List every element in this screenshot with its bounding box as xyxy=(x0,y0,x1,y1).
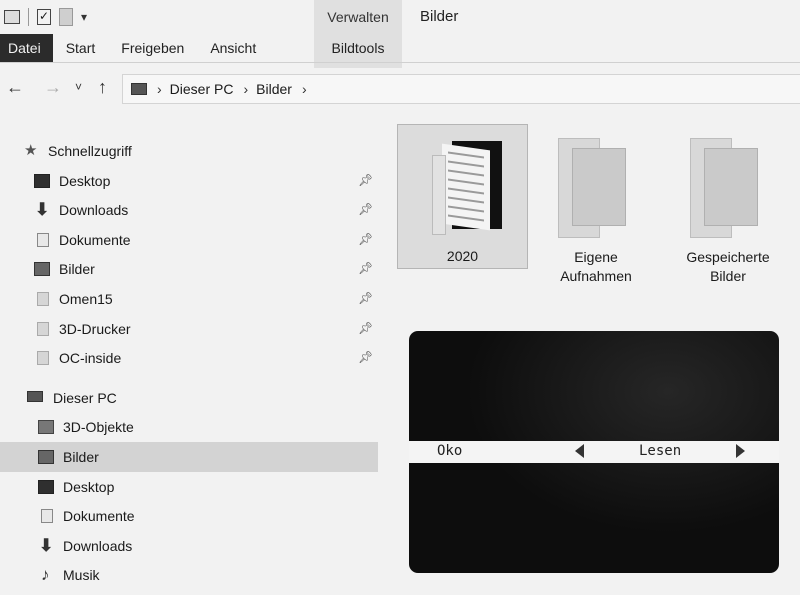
star-icon: ★ xyxy=(24,142,38,159)
pin-icon[interactable]: 📌︎ xyxy=(358,173,373,187)
ribbon-divider xyxy=(0,62,800,63)
sidebar-item-desktop[interactable]: Desktop 📌︎ xyxy=(0,166,378,196)
pin-icon[interactable]: 📌︎ xyxy=(358,232,373,246)
address-bar[interactable]: › Dieser PC › Bilder › xyxy=(122,74,800,104)
reader-control-bar: Oko Lesen xyxy=(409,441,779,463)
sidebar-item-downloads[interactable]: ⬇ Downloads 📌︎ xyxy=(0,195,378,225)
sidebar-item-label: Dokumente xyxy=(63,508,135,525)
next-triangle-icon[interactable] xyxy=(736,444,745,458)
quick-access-toolbar: ✓ ▾ xyxy=(0,0,87,34)
folder-name: Bilder xyxy=(710,268,746,284)
new-folder-icon[interactable] xyxy=(59,8,73,26)
pictures-icon xyxy=(34,262,50,277)
pin-icon[interactable]: 📌︎ xyxy=(358,350,373,364)
document-icon xyxy=(37,232,49,247)
tab-share[interactable]: Freigeben xyxy=(108,34,197,62)
pin-icon[interactable]: 📌︎ xyxy=(358,291,373,305)
sidebar-item-label: Dieser PC xyxy=(53,389,117,406)
forward-arrow-icon[interactable]: → xyxy=(44,76,62,98)
pin-icon[interactable]: 📌︎ xyxy=(358,261,373,275)
sidebar-item-label: Musik xyxy=(63,567,100,584)
download-arrow-icon: ⬇ xyxy=(35,200,50,220)
music-note-icon: ♪ xyxy=(41,565,50,585)
pin-icon[interactable]: 📌︎ xyxy=(358,202,373,216)
pictures-icon xyxy=(38,449,54,464)
previous-triangle-icon[interactable] xyxy=(575,444,584,458)
download-arrow-icon: ⬇ xyxy=(39,535,54,555)
sidebar-item-label: Desktop xyxy=(63,478,115,495)
sidebar-item-desktop-pc[interactable]: Desktop xyxy=(0,472,378,502)
sidebar-item-3d-objects[interactable]: 3D-Objekte xyxy=(0,412,378,442)
sidebar-item-label: Omen15 xyxy=(59,290,113,307)
folder-icon xyxy=(690,138,760,242)
navigation-bar: ← → ˅ ↑ › Dieser PC › Bilder › xyxy=(0,68,800,106)
recent-locations-chevron-icon[interactable]: ˅ xyxy=(75,76,82,98)
folder-name: Aufnahmen xyxy=(560,268,632,284)
pin-icon[interactable]: 📌︎ xyxy=(358,321,373,335)
picture-folder-icon xyxy=(432,141,502,241)
breadcrumb-this-pc[interactable]: Dieser PC xyxy=(170,81,234,97)
folder-icon xyxy=(37,351,49,366)
sidebar-item-label: OC-inside xyxy=(59,350,122,367)
sidebar-item-this-pc[interactable]: Dieser PC xyxy=(0,383,378,413)
overlay-left-label: Oko xyxy=(437,443,463,459)
sidebar-item-documents-pc[interactable]: Dokumente xyxy=(0,501,378,531)
sidebar-item-label: Desktop xyxy=(59,172,111,189)
sidebar-item-music[interactable]: ♪ Musik xyxy=(0,560,378,590)
breadcrumb-separator-icon[interactable]: › xyxy=(243,81,248,97)
desktop-icon xyxy=(38,479,54,494)
sidebar-item-label: Bilder xyxy=(63,448,99,465)
folder-tile-2020[interactable]: 2020 xyxy=(397,124,528,269)
folder-name: 2020 xyxy=(446,248,479,264)
tab-view[interactable]: Ansicht xyxy=(197,34,269,62)
pictures-location-icon xyxy=(131,83,147,95)
tab-picture-tools[interactable]: Bildtools xyxy=(314,34,402,62)
sidebar-item-pictures[interactable]: Bilder 📌︎ xyxy=(0,254,378,284)
sidebar-item-label: Dokumente xyxy=(59,231,131,248)
context-group-label: Verwalten xyxy=(327,9,389,25)
back-arrow-icon[interactable]: ← xyxy=(6,76,24,98)
folder-tile-gespeicherte-bilder[interactable]: Gespeicherte Bilder xyxy=(672,124,784,289)
customize-toolbar-icon[interactable]: ▾ xyxy=(81,10,87,24)
sidebar-item-label: Bilder xyxy=(59,261,95,278)
desktop-icon xyxy=(34,173,50,188)
ribbon-tabs: Datei Start Freigeben Ansicht Bildtools xyxy=(0,34,384,62)
folder-icon xyxy=(37,321,49,336)
properties-check-icon[interactable]: ✓ xyxy=(37,9,51,25)
reader-overlay: Oko Lesen xyxy=(409,331,779,573)
read-label[interactable]: Lesen xyxy=(639,443,681,459)
sidebar-item-label: Downloads xyxy=(59,202,129,219)
sidebar-item-pictures-selected[interactable]: Bilder xyxy=(0,441,378,472)
folder-name: Gespeicherte xyxy=(686,249,770,265)
sidebar-item-label: Downloads xyxy=(63,537,133,554)
sidebar-item-documents[interactable]: Dokumente 📌︎ xyxy=(0,225,378,255)
sidebar-item-downloads-pc[interactable]: ⬇ Downloads xyxy=(0,531,378,561)
folder-icon xyxy=(37,291,49,306)
sidebar-item-3d-printer[interactable]: 3D-Drucker 📌︎ xyxy=(0,314,378,344)
sidebar-item-oc-inside[interactable]: OC-inside 📌︎ xyxy=(0,343,378,373)
window-icon xyxy=(4,10,20,24)
sidebar-item-label: Schnellzugriff xyxy=(48,143,132,159)
navigation-pane: ★ Schnellzugriff Desktop 📌︎ ⬇ Downloads … xyxy=(0,136,378,590)
3d-objects-icon xyxy=(38,420,54,435)
up-arrow-icon[interactable]: ↑ xyxy=(98,76,107,98)
document-icon xyxy=(41,509,53,524)
breadcrumb-separator-icon[interactable]: › xyxy=(302,81,307,97)
folder-icon xyxy=(558,138,628,242)
computer-icon xyxy=(27,390,43,402)
window-title: Bilder xyxy=(420,8,459,25)
toolbar-divider xyxy=(28,8,29,26)
folder-name: Eigene xyxy=(574,249,618,265)
breadcrumb-pictures[interactable]: Bilder xyxy=(256,81,292,97)
tab-start[interactable]: Start xyxy=(53,34,109,62)
folder-tile-eigene-aufnahmen[interactable]: Eigene Aufnahmen xyxy=(540,124,652,289)
sidebar-item-label: 3D-Drucker xyxy=(59,320,131,337)
breadcrumb-separator-icon[interactable]: › xyxy=(157,81,162,97)
sidebar-item-quick-access[interactable]: ★ Schnellzugriff xyxy=(0,136,378,166)
tab-file[interactable]: Datei xyxy=(0,34,53,62)
sidebar-item-omen15[interactable]: Omen15 📌︎ xyxy=(0,284,378,314)
sidebar-item-label: 3D-Objekte xyxy=(63,419,134,436)
